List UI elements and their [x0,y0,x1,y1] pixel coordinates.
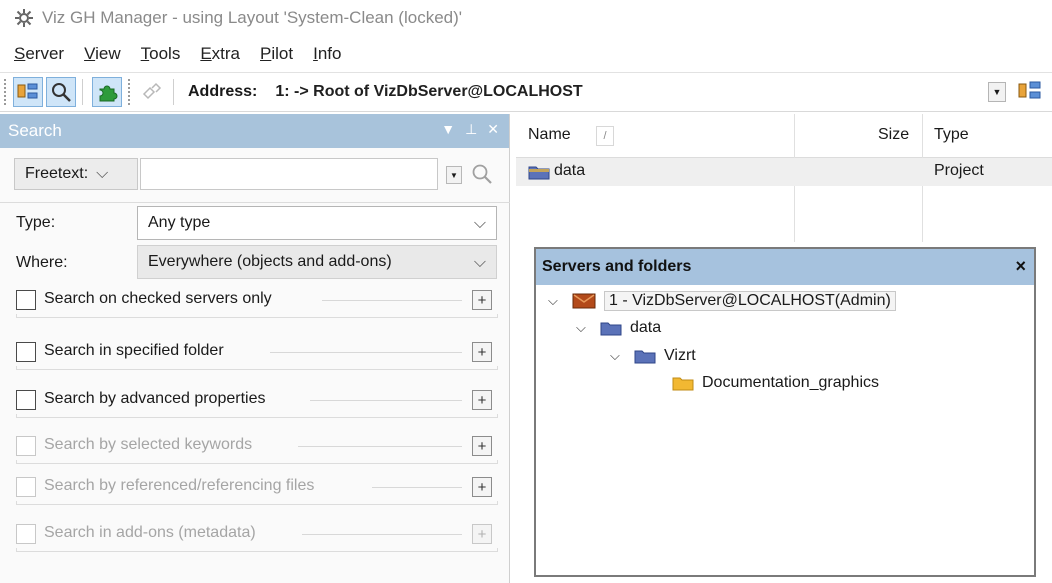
section-specified-folder: Search in specified folder + [16,342,498,372]
type-label: Type: [16,214,56,231]
menu-bar: Server View Tools Extra Pilot Info [0,38,361,70]
expand-addons-metadata-button: + [472,524,492,544]
menu-info[interactable]: Info [313,44,341,64]
chevron-down-icon[interactable]: ⌵ [576,320,594,336]
search-panel-title: Search [8,121,62,140]
close-icon[interactable]: × [1015,256,1026,277]
table-row[interactable]: data Project [516,158,1052,186]
selected-keywords-label: Search by selected keywords [44,436,253,453]
address-label: Address: [188,83,258,100]
folder-icon [672,375,694,391]
address-field[interactable]: 1: -> Root of VizDbServer@LOCALHOST [275,83,582,101]
chevron-down-icon: ⌵ [473,254,486,271]
servers-folders-panel: Servers and folders × ⌵ 1 - VizDbServer@… [534,247,1036,577]
servers-panel-title: Servers and folders [542,258,692,275]
tree-item-vizrt[interactable]: ⌵ Vizrt [610,344,696,368]
plugin-button[interactable] [92,77,122,107]
folder-icon [600,320,622,336]
freetext-input[interactable] [140,158,438,190]
menu-tools[interactable]: Tools [141,44,181,64]
divider [0,202,510,203]
specified-folder-label: Search in specified folder [44,342,224,359]
title-bar: Viz GH Manager - using Layout 'System-Cl… [0,0,1052,36]
section-selected-keywords: Search by selected keywords + [16,436,498,466]
folder-documentation-label: Documentation_graphics [702,374,879,391]
address-dropdown-button[interactable]: ▼ [988,82,1006,102]
freetext-row: Freetext: ⌵ ▼ [8,158,502,192]
addons-metadata-checkbox [16,524,36,544]
advanced-properties-checkbox[interactable] [16,390,36,410]
toolbar: Address: 1: -> Root of VizDbServer@LOCAL… [0,72,1052,112]
addons-metadata-label: Search in add-ons (metadata) [44,524,256,541]
referenced-files-checkbox [16,477,36,497]
disabled-tool-button[interactable] [137,77,167,107]
toolbar-grip[interactable] [4,79,10,105]
menu-view[interactable]: View [84,44,121,64]
row-name: data [554,162,586,179]
specified-folder-checkbox[interactable] [16,342,36,362]
menu-pilot[interactable]: Pilot [260,44,293,64]
servers-toggle-button[interactable] [13,77,43,107]
selected-keywords-checkbox [16,436,36,456]
chevron-down-icon[interactable]: ⌵ [548,293,566,309]
folder-vizrt-label: Vizrt [664,347,696,364]
referenced-files-label: Search by referenced/referencing files [44,477,315,494]
toolbar-separator-2 [173,79,174,105]
chevron-down-icon[interactable]: ⌵ [610,348,628,364]
server-tree-icon [17,83,38,99]
server-label: 1 - VizDbServer@LOCALHOST(Admin) [604,291,896,311]
where-label: Where: [16,254,68,271]
expand-referenced-files-button[interactable]: + [472,477,492,497]
expand-selected-keywords-button[interactable]: + [472,436,492,456]
freetext-dropdown-button[interactable]: ▼ [446,166,462,184]
toolbar-separator [82,79,83,105]
freetext-mode-select[interactable]: Freetext: ⌵ [14,158,138,190]
where-select[interactable]: Everywhere (objects and add-ons) ⌵ [137,245,497,279]
checked-servers-checkbox[interactable] [16,290,36,310]
expand-specified-folder-button[interactable]: + [472,342,492,362]
link-icon [142,82,162,100]
project-folder-icon [528,164,550,185]
advanced-properties-label: Search by advanced properties [44,390,266,407]
magnifier-icon [52,83,71,102]
column-header-type[interactable]: Type [934,126,969,144]
search-icon[interactable] [470,162,494,191]
server-icon [572,292,596,310]
toolbar-grip-2[interactable] [128,79,134,105]
column-header-name[interactable]: Name [528,126,571,144]
expand-advanced-properties-button[interactable]: + [472,390,492,410]
type-select[interactable]: Any type ⌵ [137,206,497,240]
row-type: Project [934,162,984,179]
server-tree-icon[interactable] [1017,79,1043,108]
expand-checked-servers-button[interactable]: + [472,290,492,310]
window-title: Viz GH Manager - using Layout 'System-Cl… [42,8,463,27]
chevron-down-icon: ⌵ [473,215,486,232]
search-toggle-button[interactable] [46,77,76,107]
tree-item-data[interactable]: ⌵ data [576,316,661,340]
menu-server[interactable]: Server [14,44,64,64]
folder-data-label: data [630,319,662,336]
close-icon[interactable]: ✕ [487,121,499,138]
search-panel: Search ▼ ⊥ ✕ Freetext: ⌵ ▼ Type: Any typ… [0,114,510,583]
sort-indicator: / [596,126,614,146]
search-panel-header: Search ▼ ⊥ ✕ [0,114,509,148]
list-header: Name / Size Type [516,114,1052,158]
panel-menu-icon[interactable]: ▼ [441,121,455,138]
pin-icon[interactable]: ⊥ [465,121,477,138]
section-addons-metadata: Search in add-ons (metadata) + [16,524,498,554]
servers-panel-header: Servers and folders × [536,249,1034,285]
section-referenced-files: Search by referenced/referencing files + [16,477,498,507]
chevron-down-icon: ⌵ [96,165,109,182]
folder-icon [634,348,656,364]
app-icon [14,8,34,28]
checked-servers-label: Search on checked servers only [44,290,272,307]
puzzle-icon [99,85,118,102]
section-checked-servers: Search on checked servers only + [16,290,498,320]
tree-item-documentation[interactable]: Documentation_graphics [666,371,879,395]
section-advanced-properties: Search by advanced properties + [16,390,498,420]
menu-extra[interactable]: Extra [200,44,240,64]
tree-item-server[interactable]: ⌵ 1 - VizDbServer@LOCALHOST(Admin) [548,289,896,313]
column-header-size[interactable]: Size [878,126,909,144]
